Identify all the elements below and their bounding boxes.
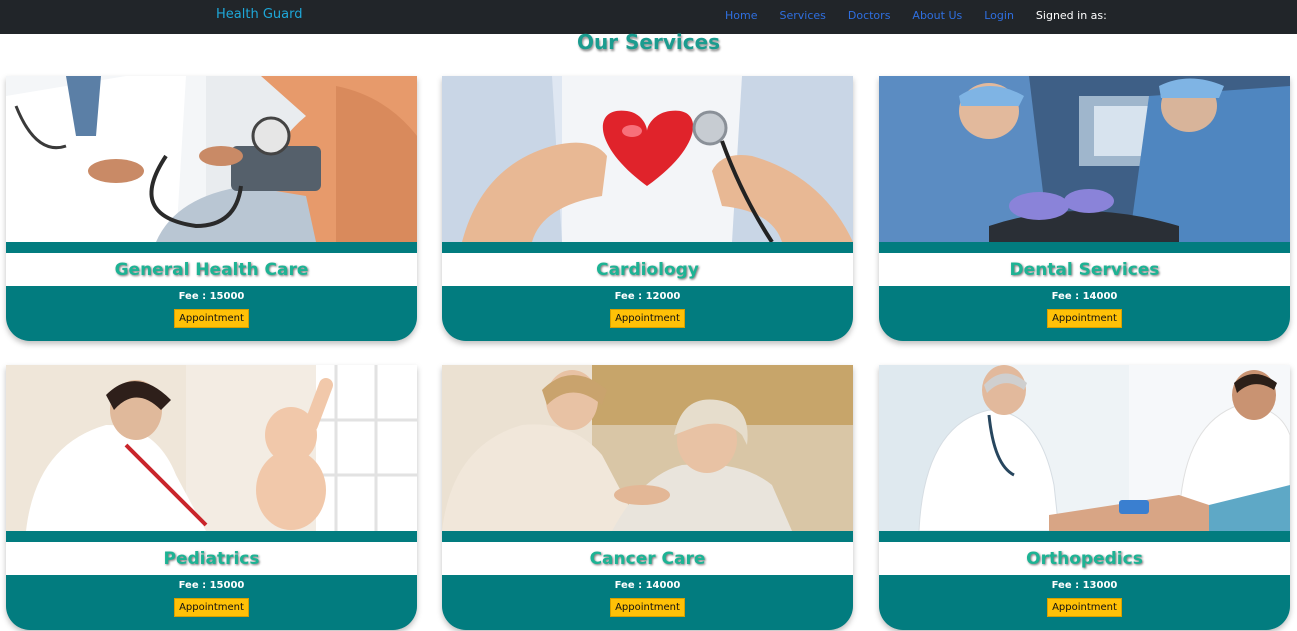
service-card-pediatrics: Pediatrics Fee : 15000 Appointment bbox=[6, 365, 417, 630]
heart-stethoscope-photo bbox=[442, 76, 853, 242]
dentist-procedure-photo bbox=[879, 76, 1290, 242]
service-name: Pediatrics bbox=[163, 548, 260, 569]
appointment-button[interactable]: Appointment bbox=[610, 309, 685, 328]
nav-home-link[interactable]: Home bbox=[725, 9, 757, 22]
card-name-band: Cancer Care bbox=[442, 542, 853, 575]
section-title: Our Services bbox=[576, 30, 721, 54]
service-card-dental-services: Dental Services Fee : 14000 Appointment bbox=[879, 76, 1290, 341]
card-teal-strip bbox=[879, 531, 1290, 542]
service-fee: Fee : 14000 bbox=[614, 580, 681, 591]
nav-about-link[interactable]: About Us bbox=[912, 9, 962, 22]
appointment-button[interactable]: Appointment bbox=[174, 598, 249, 617]
knee-examination-photo bbox=[879, 365, 1290, 531]
top-navbar: Health Guard Home Services Doctors About… bbox=[0, 0, 1297, 34]
service-card-general-health-care: General Health Care Fee : 15000 Appointm… bbox=[6, 76, 417, 341]
appointment-button[interactable]: Appointment bbox=[174, 309, 249, 328]
card-name-band: General Health Care bbox=[6, 253, 417, 286]
card-name-band: Dental Services bbox=[879, 253, 1290, 286]
appointment-button[interactable]: Appointment bbox=[610, 598, 685, 617]
nav-login-link[interactable]: Login bbox=[984, 9, 1014, 22]
service-fee: Fee : 15000 bbox=[178, 580, 245, 591]
card-teal-strip bbox=[879, 242, 1290, 253]
signed-in-label: Signed in as: bbox=[1035, 9, 1107, 22]
card-name-band: Cardiology bbox=[442, 253, 853, 286]
appointment-button[interactable]: Appointment bbox=[1047, 309, 1122, 328]
cancer-patient-care-photo bbox=[442, 365, 853, 531]
appointment-button[interactable]: Appointment bbox=[1047, 598, 1122, 617]
service-fee: Fee : 12000 bbox=[614, 291, 681, 302]
service-card-orthopedics: Orthopedics Fee : 13000 Appointment bbox=[879, 365, 1290, 630]
card-teal-strip bbox=[6, 531, 417, 542]
service-name: Orthopedics bbox=[1026, 548, 1143, 569]
nav-doctors-link[interactable]: Doctors bbox=[848, 9, 891, 22]
service-card-cardiology: Cardiology Fee : 12000 Appointment bbox=[442, 76, 853, 341]
service-fee: Fee : 14000 bbox=[1051, 291, 1118, 302]
service-name: Cancer Care bbox=[589, 548, 706, 569]
card-name-band: Orthopedics bbox=[879, 542, 1290, 575]
service-card-cancer-care: Cancer Care Fee : 14000 Appointment bbox=[442, 365, 853, 630]
service-fee: Fee : 15000 bbox=[178, 291, 245, 302]
card-name-band: Pediatrics bbox=[6, 542, 417, 575]
card-teal-strip bbox=[442, 531, 853, 542]
service-fee: Fee : 13000 bbox=[1051, 580, 1118, 591]
card-teal-strip bbox=[6, 242, 417, 253]
blood-pressure-check-photo bbox=[6, 76, 417, 242]
service-name: Dental Services bbox=[1009, 259, 1160, 280]
doctor-baby-checkup-photo bbox=[6, 365, 417, 531]
service-name: General Health Care bbox=[114, 259, 309, 280]
brand-link[interactable]: Health Guard bbox=[216, 7, 302, 22]
nav-services-link[interactable]: Services bbox=[779, 9, 825, 22]
nav-links: Home Services Doctors About Us Login Sig… bbox=[725, 9, 1107, 22]
card-teal-strip bbox=[442, 242, 853, 253]
service-name: Cardiology bbox=[596, 259, 699, 280]
